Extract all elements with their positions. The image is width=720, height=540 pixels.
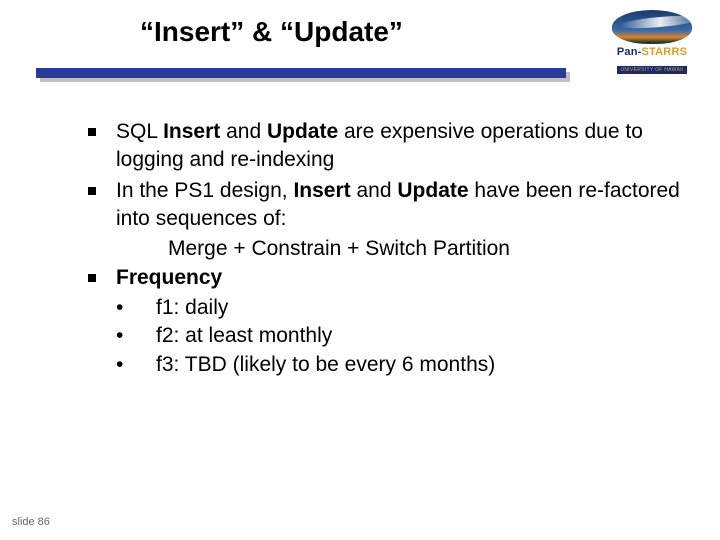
slide: “Insert” & “Update” Pan-STARRS UNIVERSIT… (0, 0, 720, 540)
sub-bullet-1-text: f1: daily (156, 294, 228, 322)
square-bullet-icon (88, 128, 96, 136)
bullet-3: Frequency (88, 264, 680, 292)
bullet-1-text: SQL Insert and Update are expensive oper… (116, 118, 680, 175)
logo-image (612, 10, 692, 44)
logo-text-pre: Pan- (617, 46, 642, 58)
dot-bullet-icon: • (116, 322, 134, 350)
text-bold: Insert (163, 120, 220, 143)
text: and (351, 179, 398, 202)
sub-bullet-2-text: f2: at least monthly (156, 322, 332, 350)
dot-bullet-icon: • (116, 294, 134, 322)
text: SQL (116, 120, 163, 143)
text: In the PS1 design, (116, 179, 293, 202)
sub-bullet-2: • f2: at least monthly (116, 322, 680, 350)
logo-text-star: STARRS (642, 46, 688, 58)
square-bullet-icon (88, 187, 96, 195)
bullet-2-text: In the PS1 design, Insert and Update hav… (116, 177, 680, 234)
slide-number: slide 86 (12, 516, 50, 528)
text-bold: Update (267, 120, 338, 143)
sub-bullet-3-text: f3: TBD (likely to be every 6 months) (156, 351, 495, 379)
bullet-3-text: Frequency (116, 264, 680, 292)
dot-bullet-icon: • (116, 351, 134, 379)
bullet-2-subline: Merge + Constrain + Switch Partition (168, 235, 680, 263)
text: and (220, 120, 267, 143)
logo: Pan-STARRS UNIVERSITY OF HAWAII (602, 10, 702, 76)
text-bold: Frequency (116, 266, 222, 289)
text-bold: Update (397, 179, 468, 202)
logo-text: Pan-STARRS (602, 46, 702, 58)
logo-subtext: UNIVERSITY OF HAWAII (617, 66, 686, 74)
text-bold: Insert (293, 179, 350, 202)
bullet-2: In the PS1 design, Insert and Update hav… (88, 177, 680, 234)
title-divider (36, 68, 566, 82)
bullet-1: SQL Insert and Update are expensive oper… (88, 118, 680, 175)
square-bullet-icon (88, 274, 96, 282)
sub-bullet-1: • f1: daily (116, 294, 680, 322)
content-body: SQL Insert and Update are expensive oper… (88, 118, 680, 379)
sub-bullet-3: • f3: TBD (likely to be every 6 months) (116, 351, 680, 379)
